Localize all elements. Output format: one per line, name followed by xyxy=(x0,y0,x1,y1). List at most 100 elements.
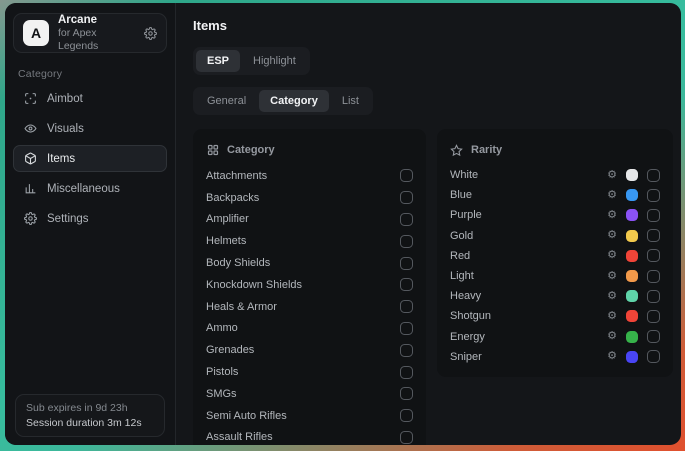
category-row: Assault Rifles xyxy=(206,427,413,445)
checkbox[interactable] xyxy=(647,310,660,323)
panels: Category Attachments Backpacks Amplifier… xyxy=(193,129,673,445)
tab-esp[interactable]: ESP xyxy=(196,50,240,72)
session-duration-text: Session duration 3m 12s xyxy=(26,417,154,429)
grid-icon xyxy=(206,144,219,157)
checkbox[interactable] xyxy=(647,249,660,262)
checkbox[interactable] xyxy=(400,300,413,313)
color-swatch[interactable] xyxy=(626,290,638,302)
color-swatch[interactable] xyxy=(626,169,638,181)
rarity-row: Energy ⚙ xyxy=(450,327,660,347)
sidebar-item-items[interactable]: Items xyxy=(13,145,167,172)
mode-tabs: ESPHighlight xyxy=(193,47,310,75)
view-tabs: GeneralCategoryList xyxy=(193,87,373,115)
color-swatch[interactable] xyxy=(626,331,638,343)
rarity-panel: Rarity White ⚙ Blue ⚙ Purple ⚙ Gold ⚙ Re… xyxy=(437,129,673,377)
rarity-row: Purple ⚙ xyxy=(450,205,660,225)
checkbox[interactable] xyxy=(647,209,660,222)
rarity-row: White ⚙ xyxy=(450,165,660,185)
checkbox[interactable] xyxy=(400,235,413,248)
app-name: Arcane xyxy=(58,13,135,27)
category-panel: Category Attachments Backpacks Amplifier… xyxy=(193,129,426,445)
gear-icon[interactable]: ⚙ xyxy=(607,291,617,302)
color-swatch[interactable] xyxy=(626,189,638,201)
rarity-row: Light ⚙ xyxy=(450,266,660,286)
gear-icon[interactable]: ⚙ xyxy=(607,271,617,282)
gear-icon[interactable] xyxy=(144,27,157,40)
app-logo: A xyxy=(23,20,49,46)
chart-icon xyxy=(23,182,37,196)
sidebar-item-label: Items xyxy=(47,153,75,165)
gear-icon[interactable]: ⚙ xyxy=(607,230,617,241)
tab-category[interactable]: Category xyxy=(259,90,329,112)
checkbox[interactable] xyxy=(400,409,413,422)
color-swatch[interactable] xyxy=(626,230,638,242)
checkbox[interactable] xyxy=(647,189,660,202)
tab-highlight[interactable]: Highlight xyxy=(242,50,307,72)
checkbox[interactable] xyxy=(400,257,413,270)
checkbox[interactable] xyxy=(647,169,660,182)
sidebar-item-visuals[interactable]: Visuals xyxy=(13,115,167,142)
sidebar-item-settings[interactable]: Settings xyxy=(13,205,167,232)
gear-icon[interactable]: ⚙ xyxy=(607,190,617,201)
checkbox[interactable] xyxy=(647,350,660,363)
checkbox[interactable] xyxy=(400,213,413,226)
rarity-panel-title: Rarity xyxy=(471,144,502,156)
gear-icon[interactable]: ⚙ xyxy=(607,311,617,322)
checkbox[interactable] xyxy=(400,191,413,204)
tab-general[interactable]: General xyxy=(196,90,257,112)
rarity-row: Sniper ⚙ xyxy=(450,347,660,367)
checkbox[interactable] xyxy=(647,290,660,303)
checkbox[interactable] xyxy=(400,169,413,182)
category-row-label: Helmets xyxy=(206,235,400,247)
category-row: Backpacks xyxy=(206,187,413,209)
app-subtitle: for Apex Legends xyxy=(58,27,135,53)
rarity-row-label: Sniper xyxy=(450,351,607,363)
checkbox[interactable] xyxy=(400,278,413,291)
gear-icon xyxy=(23,212,37,226)
category-row-label: Attachments xyxy=(206,170,400,182)
category-row-label: Amplifier xyxy=(206,213,400,225)
category-row: SMGs xyxy=(206,383,413,405)
sidebar-nav: Aimbot Visuals Items Miscellaneous Setti… xyxy=(5,85,175,232)
color-swatch[interactable] xyxy=(626,270,638,282)
sidebar-item-label: Miscellaneous xyxy=(47,183,120,195)
category-row-label: Heals & Armor xyxy=(206,301,400,313)
checkbox[interactable] xyxy=(647,270,660,283)
category-row: Pistols xyxy=(206,361,413,383)
main-content: Items ESPHighlight GeneralCategoryList C… xyxy=(176,3,681,445)
checkbox[interactable] xyxy=(400,431,413,444)
category-row: Grenades xyxy=(206,339,413,361)
checkbox[interactable] xyxy=(400,387,413,400)
rarity-row-label: Red xyxy=(450,250,607,262)
box-icon xyxy=(23,152,37,166)
checkbox[interactable] xyxy=(400,344,413,357)
subscription-info: Sub expires in 9d 23h Session duration 3… xyxy=(15,394,165,437)
tab-list[interactable]: List xyxy=(331,90,370,112)
sidebar-item-aimbot[interactable]: Aimbot xyxy=(13,85,167,112)
category-panel-title: Category xyxy=(227,144,275,156)
color-swatch[interactable] xyxy=(626,209,638,221)
gear-icon[interactable]: ⚙ xyxy=(607,250,617,261)
color-swatch[interactable] xyxy=(626,310,638,322)
checkbox[interactable] xyxy=(647,330,660,343)
crosshair-icon xyxy=(23,92,37,106)
rarity-row-label: Energy xyxy=(450,331,607,343)
category-row-label: Ammo xyxy=(206,322,400,334)
checkbox[interactable] xyxy=(647,229,660,242)
checkbox[interactable] xyxy=(400,322,413,335)
category-row-label: Knockdown Shields xyxy=(206,279,400,291)
rarity-row-label: Gold xyxy=(450,230,607,242)
category-row: Body Shields xyxy=(206,252,413,274)
gear-icon[interactable]: ⚙ xyxy=(607,331,617,342)
color-swatch[interactable] xyxy=(626,250,638,262)
sidebar-section-label: Category xyxy=(18,68,175,80)
checkbox[interactable] xyxy=(400,366,413,379)
gear-icon[interactable]: ⚙ xyxy=(607,210,617,221)
category-row: Ammo xyxy=(206,318,413,340)
category-row-label: SMGs xyxy=(206,388,400,400)
sidebar-item-miscellaneous[interactable]: Miscellaneous xyxy=(13,175,167,202)
color-swatch[interactable] xyxy=(626,351,638,363)
gear-icon[interactable]: ⚙ xyxy=(607,351,617,362)
gear-icon[interactable]: ⚙ xyxy=(607,170,617,181)
category-row: Attachments xyxy=(206,165,413,187)
